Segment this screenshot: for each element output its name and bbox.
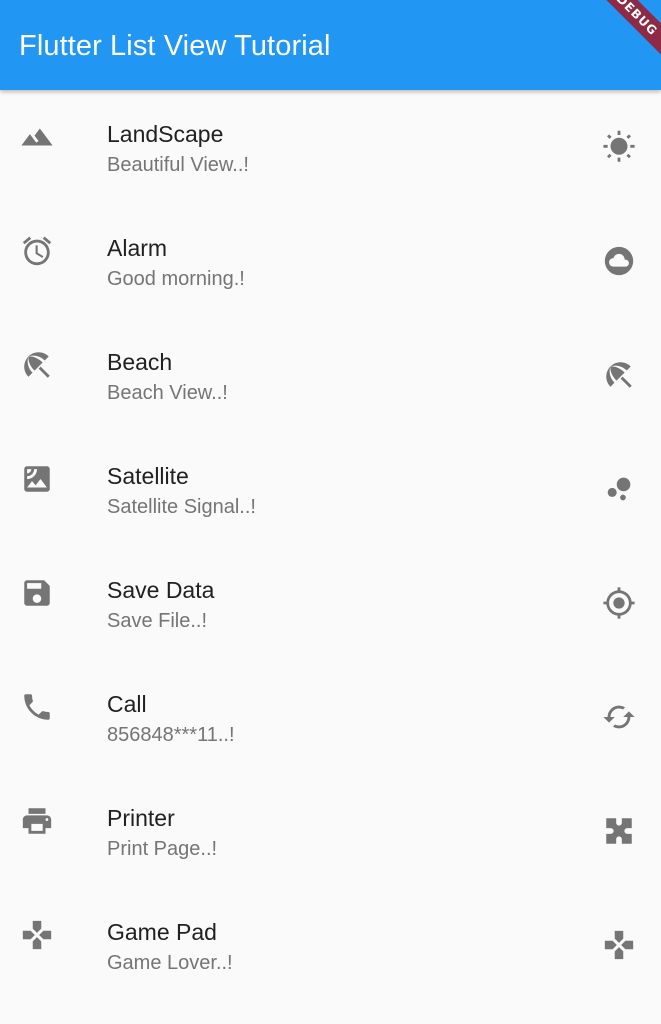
list-item-beach[interactable]: Beach Beach View..! — [0, 318, 661, 432]
sync-icon — [602, 700, 636, 734]
list-item-save-data[interactable]: Save Data Save File..! — [0, 546, 661, 660]
list-item-alarm[interactable]: Alarm Good morning.! — [0, 204, 661, 318]
phone-icon — [20, 690, 54, 724]
beach-umbrella-icon — [20, 348, 54, 382]
list-item-title: Call — [107, 691, 147, 717]
list-item-printer[interactable]: Printer Print Page..! — [0, 774, 661, 888]
list-item-subtitle: Good morning.! — [107, 268, 245, 290]
save-icon — [20, 576, 54, 610]
list-item-landscape[interactable]: LandScape Beautiful View..! — [0, 90, 661, 204]
printer-icon — [20, 804, 54, 838]
satellite-icon — [20, 462, 54, 496]
app-bar-title: Flutter List View Tutorial — [19, 30, 331, 62]
list-item-subtitle: 856848***11..! — [107, 724, 235, 746]
list-item-title: Beach — [107, 349, 173, 375]
list-item-subtitle: Beautiful View..! — [107, 154, 249, 176]
list-item-game-pad[interactable]: Game Pad Game Lover..! — [0, 888, 661, 1002]
list-view[interactable]: LandScape Beautiful View..! Alarm Good m… — [0, 90, 661, 1002]
list-item-satellite[interactable]: Satellite Satellite Signal..! — [0, 432, 661, 546]
list-item-title: Satellite — [107, 463, 189, 489]
landscape-icon — [20, 120, 54, 154]
list-item-title: LandScape — [107, 121, 224, 147]
list-item-title: Alarm — [107, 235, 168, 261]
list-item-subtitle: Satellite Signal..! — [107, 496, 256, 518]
list-item-subtitle: Save File..! — [107, 610, 208, 632]
list-item-subtitle: Game Lover..! — [107, 952, 233, 974]
gamepad-icon — [20, 918, 54, 952]
list-item-subtitle: Beach View..! — [107, 382, 228, 404]
list-item-call[interactable]: Call 856848***11..! — [0, 660, 661, 774]
extension-icon — [602, 814, 636, 848]
beach-umbrella-icon — [602, 358, 636, 392]
list-item-title: Game Pad — [107, 919, 217, 945]
list-item-subtitle: Print Page..! — [107, 838, 218, 860]
list-item-title: Save Data — [107, 577, 215, 603]
gps-fixed-icon — [602, 586, 636, 620]
cloud-icon — [602, 244, 636, 278]
alarm-icon — [20, 234, 54, 268]
list-item-title: Printer — [107, 805, 175, 831]
bubbles-icon — [602, 472, 636, 506]
gamepad-icon — [602, 928, 636, 962]
sun-icon — [602, 130, 636, 164]
app-bar: Flutter List View Tutorial — [0, 0, 661, 90]
